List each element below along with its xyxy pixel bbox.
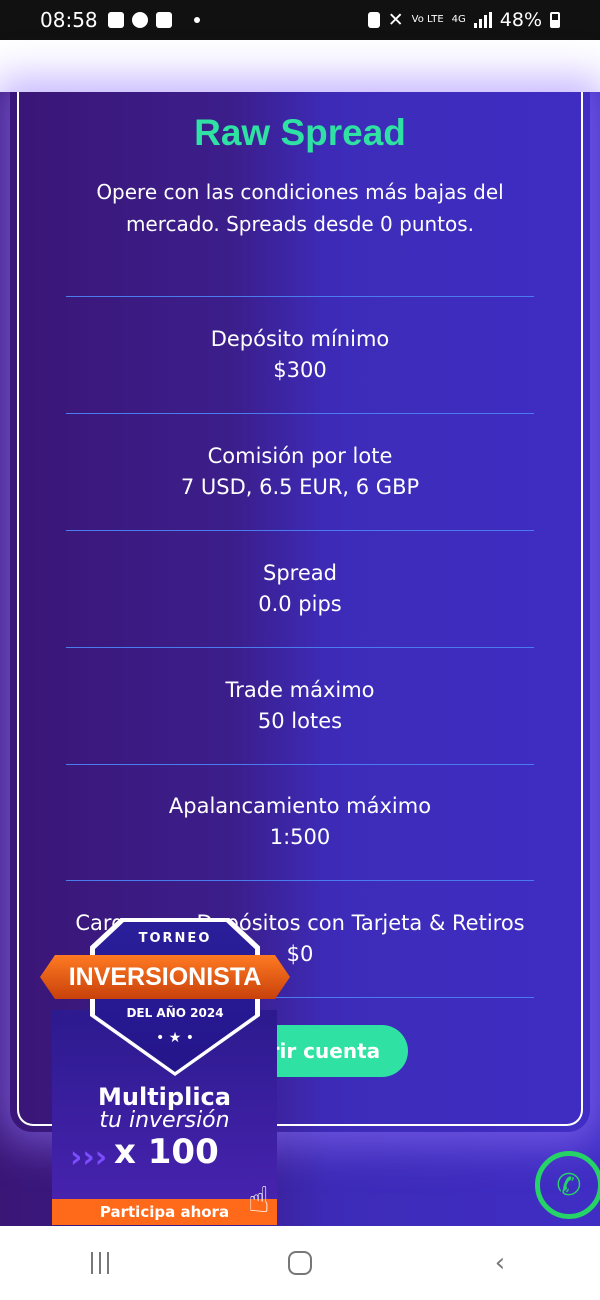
gallery-icon (107, 12, 124, 28)
spec-row: Apalancamiento máximo 1:500 (40, 791, 560, 853)
promo-x100: x 100 (114, 1132, 219, 1172)
spec-value: 0.0 pips (258, 592, 342, 616)
signal-icon (473, 12, 492, 28)
mute-icon: ✕ (387, 9, 404, 31)
dot-icon (193, 17, 200, 23)
back-icon: ‹ (494, 1248, 506, 1278)
recents-button[interactable] (70, 1243, 130, 1283)
divider (66, 880, 534, 881)
whatsapp-button[interactable]: ✆ (535, 1151, 600, 1219)
spec-value: $300 (273, 358, 327, 382)
home-icon (288, 1251, 312, 1275)
promo-torneo: TORNEO (138, 931, 212, 946)
browser-header (0, 40, 600, 92)
card-title: Raw Spread (194, 112, 406, 153)
facebook-icon (131, 12, 148, 28)
spec-label: Spread (263, 561, 337, 585)
battery-percent: 48% (499, 9, 542, 31)
battery-icon (550, 12, 560, 28)
chevrons-icon: ››› (70, 1140, 108, 1175)
promo-multiplica: Multiplica (98, 1083, 231, 1111)
spec-value: 7 USD, 6.5 EUR, 6 GBP (180, 475, 420, 499)
volte-label: Vo LTE (411, 14, 444, 25)
divider (66, 764, 534, 765)
home-button[interactable] (270, 1243, 330, 1283)
spec-row: Spread 0.0 pips (40, 558, 560, 620)
promo-inversionista: INVERSIONISTA (40, 955, 290, 999)
spec-value: 50 lotes (257, 709, 343, 733)
spec-row: Comisión por lote 7 USD, 6.5 EUR, 6 GBP (40, 441, 560, 503)
spec-label: Apalancamiento máximo (168, 794, 432, 818)
android-nav-bar: ‹ (0, 1226, 600, 1300)
spec-row: Depósito mínimo $300 (40, 324, 560, 386)
participa-button[interactable]: Participa ahora (52, 1199, 277, 1225)
spec-row: Trade máximo 50 lotes (40, 675, 560, 737)
status-time: 08:58 (40, 8, 98, 32)
recents-icon (91, 1252, 109, 1274)
back-button[interactable]: ‹ (470, 1243, 530, 1283)
divider (66, 413, 534, 414)
spec-label: Comisión por lote (207, 444, 393, 468)
spec-label: Depósito mínimo (210, 327, 390, 351)
status-bar: 08:58 ✕ Vo LTE 4G 48% (0, 0, 600, 40)
card-subtitle: Opere con las condiciones más bajas del … (96, 180, 504, 236)
promo-del-ano: DEL AÑO 2024 (126, 1006, 224, 1020)
divider (66, 530, 534, 531)
whatsapp-icon: ✆ (556, 1167, 582, 1203)
spec-value: 1:500 (269, 825, 331, 849)
sim-icon (367, 12, 380, 28)
spec-label: Trade máximo (225, 678, 375, 702)
divider (66, 296, 534, 297)
pointer-hand-icon: ☝ (248, 1180, 270, 1221)
divider (66, 647, 534, 648)
checkbox-icon (155, 12, 172, 28)
status-notification-icons (107, 12, 200, 28)
network-label: 4G (451, 14, 466, 25)
status-system-icons: ✕ Vo LTE 4G 48% (367, 9, 560, 31)
tournament-promo-banner[interactable]: Multiplica tu inversión ››› x 100 Partic… (40, 918, 290, 1227)
stars-icon: • ★ • (156, 1030, 194, 1046)
promo-tu-inversion: tu inversión (99, 1108, 230, 1133)
